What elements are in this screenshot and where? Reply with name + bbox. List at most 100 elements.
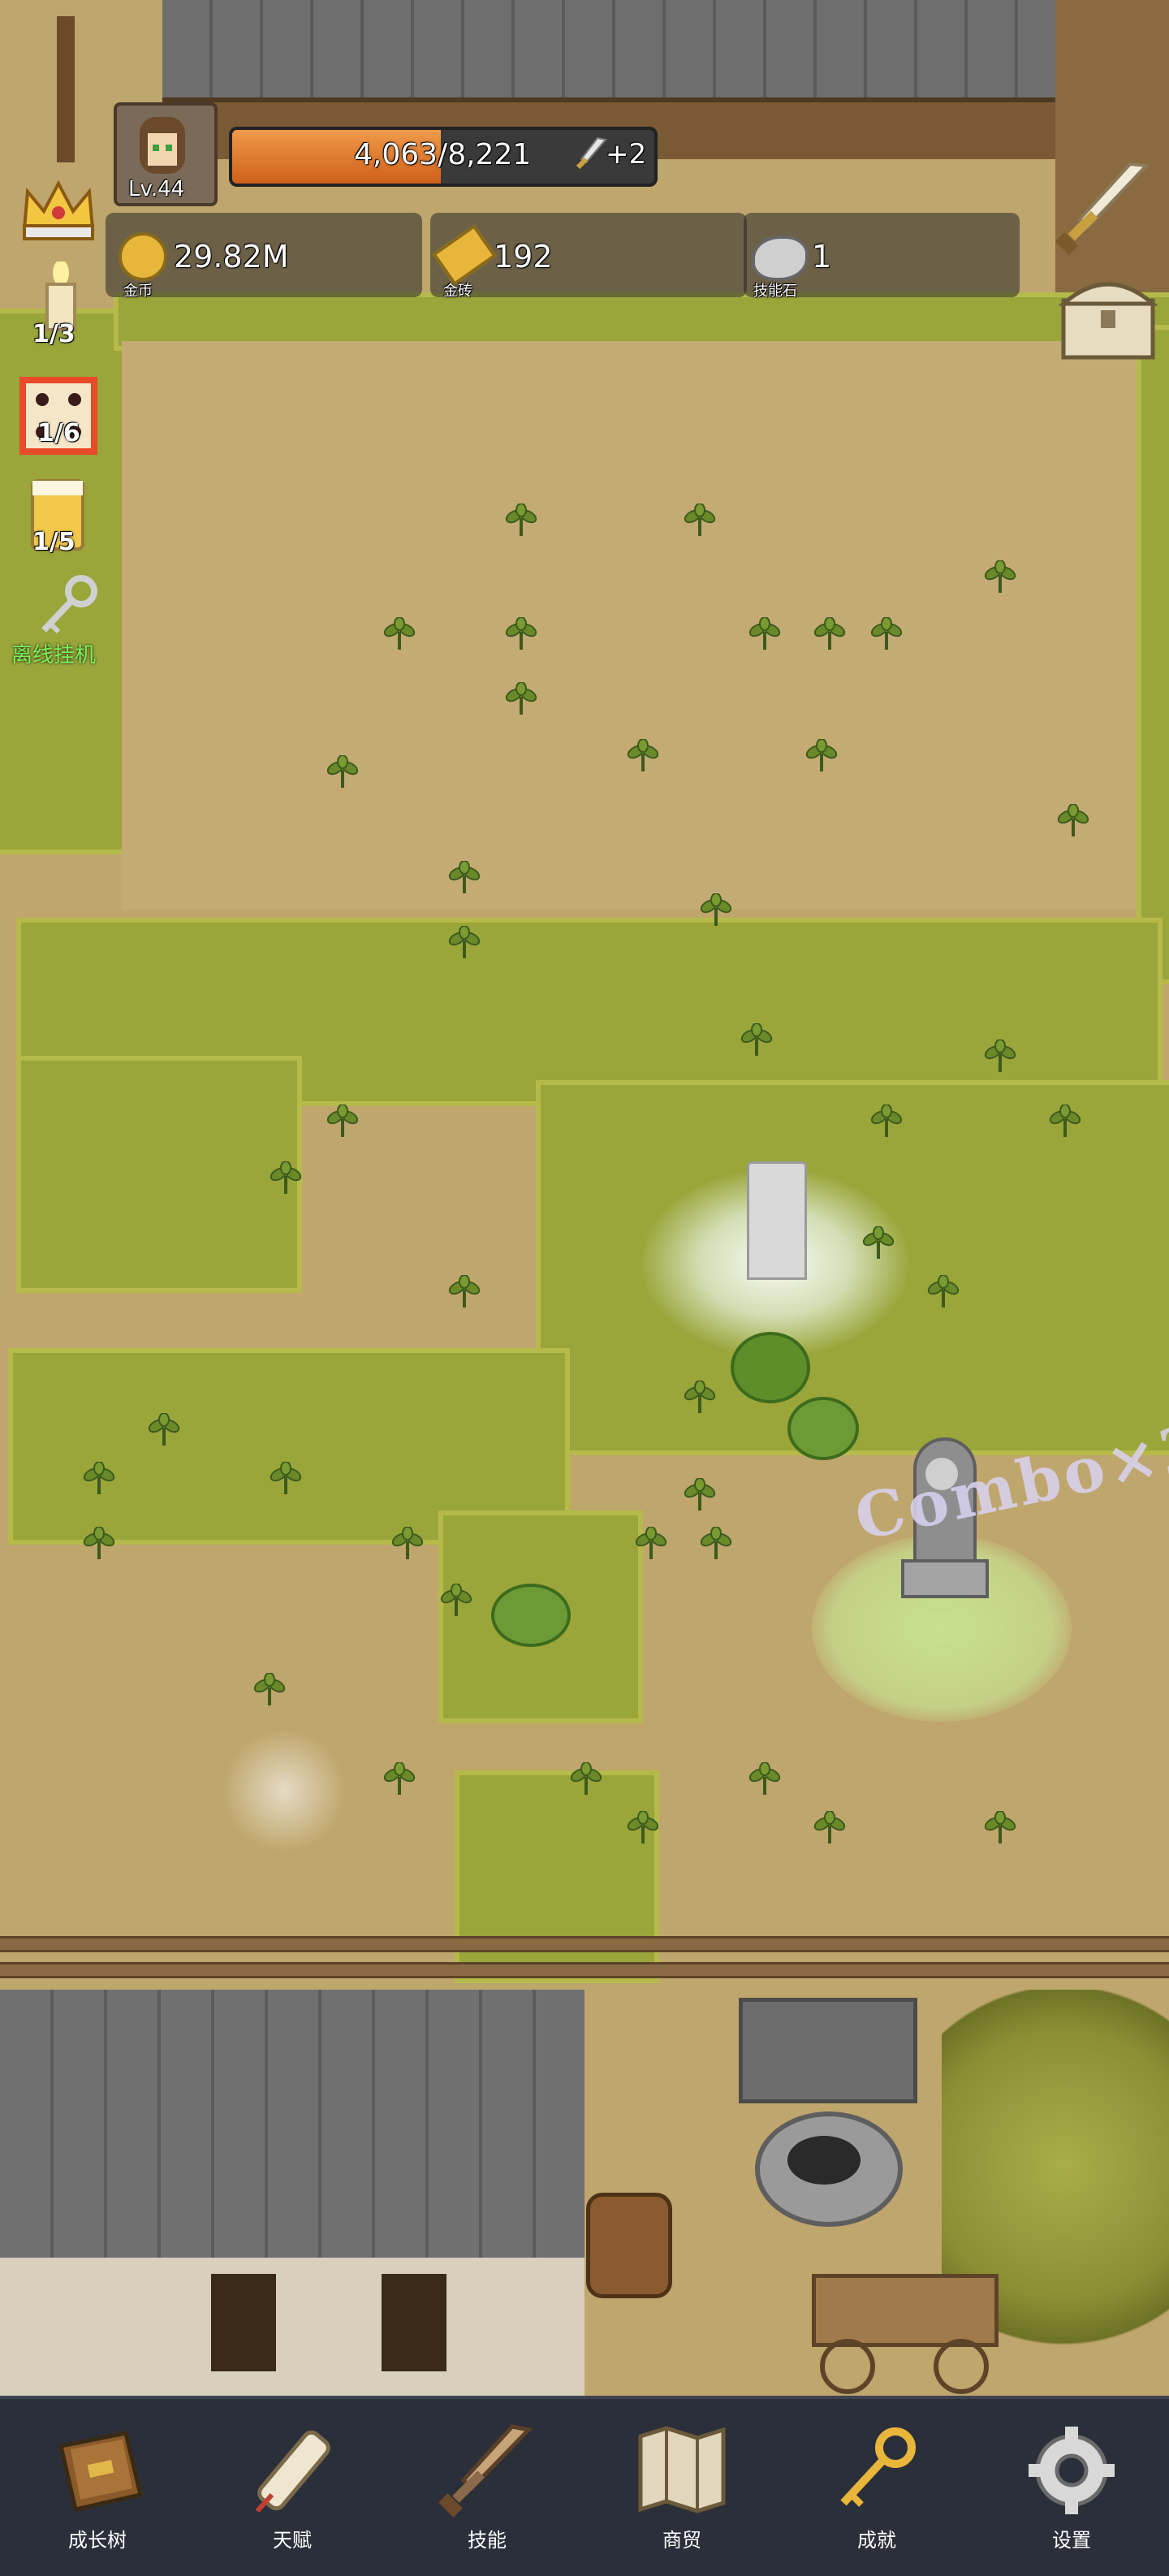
nav-achievement[interactable]: 成就 xyxy=(779,2399,974,2576)
beer-count: 1/5 xyxy=(32,528,75,556)
crop-sprout[interactable] xyxy=(382,616,417,653)
cabbage[interactable] xyxy=(787,1397,859,1460)
nav-talent[interactable]: 天赋 xyxy=(195,2399,390,2576)
crown-button[interactable] xyxy=(16,172,101,245)
crop-sprout[interactable] xyxy=(682,1477,718,1514)
sparkle-effect xyxy=(219,1722,349,1860)
nav-skill[interactable]: 技能 xyxy=(390,2399,584,2576)
crop-sprout[interactable] xyxy=(503,503,539,539)
crop-sprout[interactable] xyxy=(446,1274,482,1311)
key-icon xyxy=(41,575,97,634)
crop-sprout[interactable] xyxy=(446,925,482,962)
nav-label: 技能 xyxy=(468,2529,507,2552)
key-icon xyxy=(840,2427,916,2507)
crop-sprout[interactable] xyxy=(146,1412,182,1449)
game-scene[interactable]: Combo×2 xyxy=(0,0,1169,2396)
nav-trade[interactable]: 商贸 xyxy=(584,2399,779,2576)
crop-sprout[interactable] xyxy=(982,1039,1018,1075)
sword-button[interactable] xyxy=(1055,159,1153,257)
crop-sprout[interactable] xyxy=(438,1583,474,1619)
crop-sprout[interactable] xyxy=(325,1104,360,1140)
skill-stone-value: 1 xyxy=(812,239,832,274)
dice-button[interactable]: 1/6 xyxy=(16,374,101,463)
wooden-cart[interactable] xyxy=(812,2258,999,2394)
book-icon xyxy=(58,2431,144,2512)
crop-sprout[interactable] xyxy=(812,1810,848,1847)
crop-sprout[interactable] xyxy=(503,616,539,653)
exp-bar: 4,063/8,221 +2 xyxy=(229,127,658,187)
nav-growth-tree[interactable]: 成长树 xyxy=(0,2399,195,2576)
crop-sprout[interactable] xyxy=(804,738,839,775)
dice-count: 1/6 xyxy=(37,419,80,447)
treasure-chest-icon xyxy=(1058,282,1158,360)
exp-text: 4,063/8,221 xyxy=(354,138,532,171)
bottom-nav: 成长树 天赋 技能 商贸 成就 设置 xyxy=(0,2396,1169,2576)
beer-button[interactable]: 1/5 xyxy=(24,476,97,565)
chest-button[interactable] xyxy=(1055,268,1161,365)
crop-sprout[interactable] xyxy=(698,893,734,929)
crop-sprout[interactable] xyxy=(925,1274,961,1311)
crop-sprout[interactable] xyxy=(81,1526,117,1562)
nav-settings[interactable]: 设置 xyxy=(974,2399,1169,2576)
skill-stone-icon xyxy=(752,236,809,281)
crop-sprout[interactable] xyxy=(982,560,1018,596)
crown-icon xyxy=(22,179,95,240)
crop-sprout[interactable] xyxy=(325,754,360,791)
player-level: Lv.44 xyxy=(128,177,185,201)
crop-sprout[interactable] xyxy=(503,681,539,718)
crop-sprout[interactable] xyxy=(682,503,718,539)
nav-label: 商贸 xyxy=(662,2529,701,2552)
bottom-left-house xyxy=(0,1990,584,2396)
gear-icon xyxy=(1029,2427,1115,2514)
dirt-field xyxy=(122,341,1137,910)
candle-count: 1/3 xyxy=(32,320,75,348)
crop-sprout[interactable] xyxy=(869,616,904,653)
skill-stone-label: 技能石 xyxy=(753,283,797,300)
exp-sword-icon xyxy=(576,136,607,170)
crop-sprout[interactable] xyxy=(252,1672,287,1709)
crop-sprout[interactable] xyxy=(747,1761,783,1798)
candle-button[interactable]: 1/3 xyxy=(24,260,97,359)
crop-sprout[interactable] xyxy=(682,1380,718,1416)
barrel[interactable] xyxy=(586,2193,672,2298)
sword-icon xyxy=(438,2424,533,2518)
gold-label: 金币 xyxy=(123,283,153,300)
crop-sprout[interactable] xyxy=(633,1526,669,1562)
crop-sprout[interactable] xyxy=(869,1104,904,1140)
cabbage[interactable] xyxy=(731,1332,810,1403)
crop-sprout[interactable] xyxy=(982,1810,1018,1847)
crop-sprout[interactable] xyxy=(268,1160,304,1197)
nav-label: 成就 xyxy=(857,2529,896,2552)
idle-label: 离线挂机 xyxy=(11,643,97,668)
fence-post xyxy=(57,16,75,162)
sword-icon xyxy=(1055,162,1150,256)
gold-brick-label: 金砖 xyxy=(443,283,472,300)
crop-sprout[interactable] xyxy=(625,738,661,775)
cabbage[interactable] xyxy=(491,1584,571,1647)
wooden-fence xyxy=(0,1925,1169,1990)
crop-sprout[interactable] xyxy=(747,616,783,653)
crop-sprout[interactable] xyxy=(446,860,482,897)
crop-sprout[interactable] xyxy=(861,1225,896,1262)
grass-left-block xyxy=(16,1056,302,1293)
crop-sprout[interactable] xyxy=(812,616,848,653)
crop-sprout[interactable] xyxy=(382,1761,417,1798)
crop-sprout[interactable] xyxy=(698,1526,734,1562)
grass-right-strip xyxy=(1137,325,1169,984)
map-icon xyxy=(638,2426,726,2513)
crop-sprout[interactable] xyxy=(625,1810,661,1847)
crop-sprout[interactable] xyxy=(390,1526,425,1562)
crop-sprout[interactable] xyxy=(1055,803,1091,840)
crop-sprout[interactable] xyxy=(268,1461,304,1498)
nav-label: 设置 xyxy=(1052,2529,1091,2552)
idle-button[interactable]: 离线挂机 xyxy=(8,573,114,671)
stone-pillar[interactable] xyxy=(747,1161,807,1280)
exp-bonus: +2 xyxy=(606,138,647,171)
crop-sprout[interactable] xyxy=(81,1461,117,1498)
nav-label: 天赋 xyxy=(273,2529,312,2552)
crop-sprout[interactable] xyxy=(1047,1104,1083,1140)
crop-sprout[interactable] xyxy=(568,1761,604,1798)
crop-sprout[interactable] xyxy=(739,1022,774,1059)
scroll-icon xyxy=(255,2430,330,2513)
water-well[interactable] xyxy=(739,1998,917,2233)
